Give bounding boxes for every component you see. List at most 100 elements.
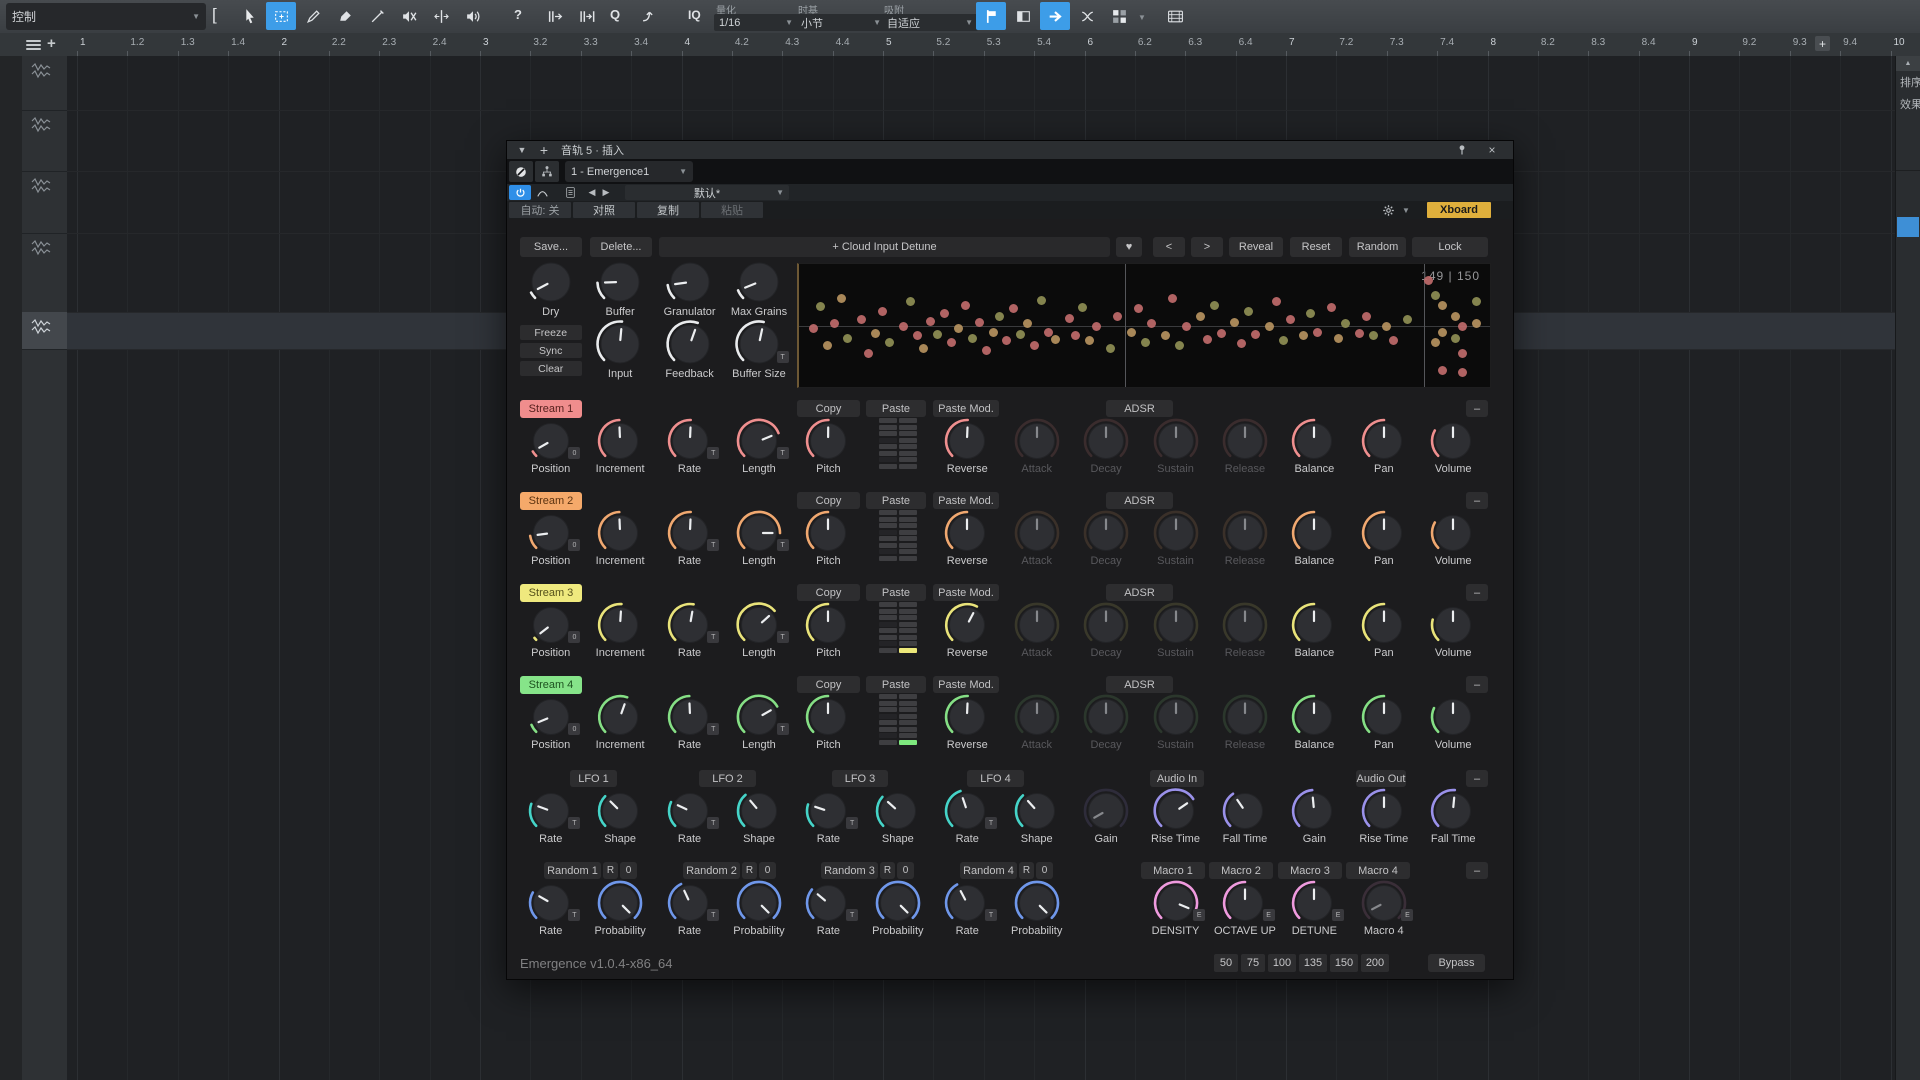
range-select-tool-button[interactable] <box>266 2 296 30</box>
knob-length[interactable]: TLength <box>724 692 793 751</box>
chevron-down-icon[interactable]: ▼ <box>511 142 533 159</box>
knob-rate[interactable]: TRate <box>933 786 1002 845</box>
adsr-button[interactable]: ADSR <box>1106 676 1173 693</box>
paste-preset-button[interactable]: 粘贴 <box>701 202 763 218</box>
reveal-button[interactable]: Reveal <box>1229 237 1283 257</box>
knob-badge-e[interactable]: E <box>1401 909 1413 921</box>
random-2-zero-button[interactable]: 0 <box>759 862 776 879</box>
knob-increment[interactable]: Increment <box>585 508 654 567</box>
eraser-tool-button[interactable] <box>330 2 360 30</box>
knob-shape[interactable]: Shape <box>863 786 932 845</box>
knob-badge-t[interactable]: T <box>707 723 719 735</box>
automation-mode-button[interactable]: 自动: 关 <box>509 202 571 218</box>
knob-badge-e[interactable]: E <box>1193 909 1205 921</box>
knob-pitch[interactable]: Pitch <box>794 692 863 751</box>
scale-150-button[interactable]: 150 <box>1330 954 1358 972</box>
knob-balance[interactable]: Balance <box>1280 416 1349 475</box>
adsr-button[interactable]: ADSR <box>1106 584 1173 601</box>
knob-badge-0[interactable]: 0 <box>568 631 580 643</box>
knob-increment[interactable]: Increment <box>585 416 654 475</box>
preset-list-icon[interactable] <box>559 184 581 201</box>
knob-pitch[interactable]: Pitch <box>794 600 863 659</box>
knob-badge-t[interactable]: T <box>777 539 789 551</box>
random-1-r-button[interactable]: R <box>603 862 618 879</box>
knob-length[interactable]: TLength <box>724 508 793 567</box>
knob-release[interactable]: Release <box>1210 508 1279 567</box>
routing-icon[interactable] <box>535 161 559 182</box>
knob-fall-time[interactable]: Fall Time <box>1418 786 1487 845</box>
random-4-button[interactable]: Random 4 <box>960 862 1017 879</box>
knob-increment[interactable]: Increment <box>585 600 654 659</box>
knob-badge-0[interactable]: 0 <box>568 447 580 459</box>
knob-pan[interactable]: Pan <box>1349 692 1418 751</box>
paste-mod-button[interactable]: Paste Mod. <box>933 584 999 601</box>
timestretch-pitch-tool-button[interactable] <box>572 2 602 30</box>
knob-decay[interactable]: Decay <box>1071 508 1140 567</box>
knob-probability[interactable]: Probability <box>863 878 932 937</box>
macro-2-button[interactable]: Macro 2 <box>1209 862 1273 879</box>
paste-button[interactable]: Paste <box>866 492 926 509</box>
knob-rate[interactable]: TRate <box>655 508 724 567</box>
audio-in-button[interactable]: Audio In <box>1150 770 1204 787</box>
timestretch-tool-button[interactable] <box>540 2 570 30</box>
follow-arrow-tool-button[interactable] <box>1040 2 1070 30</box>
sync-button[interactable]: Sync <box>520 343 582 358</box>
copy-preset-button[interactable]: 复制 <box>637 202 699 218</box>
knob-decay[interactable]: Decay <box>1071 600 1140 659</box>
track-headers[interactable] <box>22 56 68 1080</box>
help-button[interactable]: ? <box>514 7 522 22</box>
knob-badge-t[interactable]: T <box>707 631 719 643</box>
xboard-button[interactable]: Xboard <box>1427 202 1491 218</box>
plugin-instance-select[interactable]: 1 - Emergence1 ▼ <box>565 161 693 182</box>
knob-position[interactable]: 0Position <box>516 692 585 751</box>
paste-button[interactable]: Paste <box>866 584 926 601</box>
plugin-window-titlebar[interactable]: ▼ + 音轨 5 · 插入 × <box>507 141 1513 159</box>
knob-sustain[interactable]: Sustain <box>1141 508 1210 567</box>
quantize-select[interactable]: 1/16▼ <box>714 14 798 31</box>
knob-badge-t[interactable]: T <box>777 723 789 735</box>
random-4-zero-button[interactable]: 0 <box>1036 862 1053 879</box>
grain-display[interactable]: 149 | 150 <box>797 263 1491 388</box>
knob-rate[interactable]: TRate <box>655 692 724 751</box>
pitch-step-widget[interactable] <box>863 416 932 475</box>
knob-badge-t[interactable]: T <box>777 447 789 459</box>
mute-tool-button[interactable] <box>394 2 424 30</box>
knob-shape[interactable]: Shape <box>1002 786 1071 845</box>
preset-select[interactable]: 默认* ▼ <box>625 185 789 200</box>
knob-badge-0[interactable]: 0 <box>568 723 580 735</box>
knob-release[interactable]: Release <box>1210 600 1279 659</box>
knob-volume[interactable]: Volume <box>1418 692 1487 751</box>
knob-probability[interactable]: Probability <box>724 878 793 937</box>
random-1-button[interactable]: Random 1 <box>544 862 601 879</box>
random-3-button[interactable]: Random 3 <box>821 862 878 879</box>
knob-buffer-size[interactable]: TBuffer Size <box>724 317 793 380</box>
knob-attack[interactable]: Attack <box>1002 692 1071 751</box>
pin-icon[interactable] <box>1451 142 1473 159</box>
collapse-button[interactable]: – <box>1466 676 1488 693</box>
panel-tab-effects[interactable]: 效果 <box>1896 93 1920 115</box>
scale-100-button[interactable]: 100 <box>1268 954 1296 972</box>
bypass-button[interactable]: Bypass <box>1428 954 1485 972</box>
scale-50-button[interactable]: 50 <box>1214 954 1238 972</box>
random-2-r-button[interactable]: R <box>742 862 757 879</box>
adsr-button[interactable]: ADSR <box>1106 492 1173 509</box>
pitch-step-widget[interactable] <box>863 692 932 751</box>
collapse-button[interactable]: – <box>1466 862 1488 879</box>
collapse-button[interactable]: – <box>1466 400 1488 417</box>
copy-button[interactable]: Copy <box>797 676 860 693</box>
paste-button[interactable]: Paste <box>866 400 926 417</box>
knob-gain[interactable]: Gain <box>1280 786 1349 845</box>
prev-preset-button[interactable]: < <box>1153 237 1185 257</box>
knob-rate[interactable]: TRate <box>655 600 724 659</box>
knob-pan[interactable]: Pan <box>1349 600 1418 659</box>
add-insert-button[interactable]: + <box>533 142 555 159</box>
timebase-select[interactable]: 小节▼ <box>796 14 886 31</box>
knob-fall-time[interactable]: Fall Time <box>1210 786 1279 845</box>
iq-toggle[interactable]: IQ <box>688 8 701 22</box>
pitch-step-widget[interactable] <box>863 600 932 659</box>
knob-badge-t[interactable]: T <box>707 539 719 551</box>
random-1-zero-button[interactable]: 0 <box>620 862 637 879</box>
knob-badge-e[interactable]: E <box>1332 909 1344 921</box>
delete-button[interactable]: Delete... <box>590 237 652 257</box>
freeze-button[interactable]: Freeze <box>520 325 582 340</box>
